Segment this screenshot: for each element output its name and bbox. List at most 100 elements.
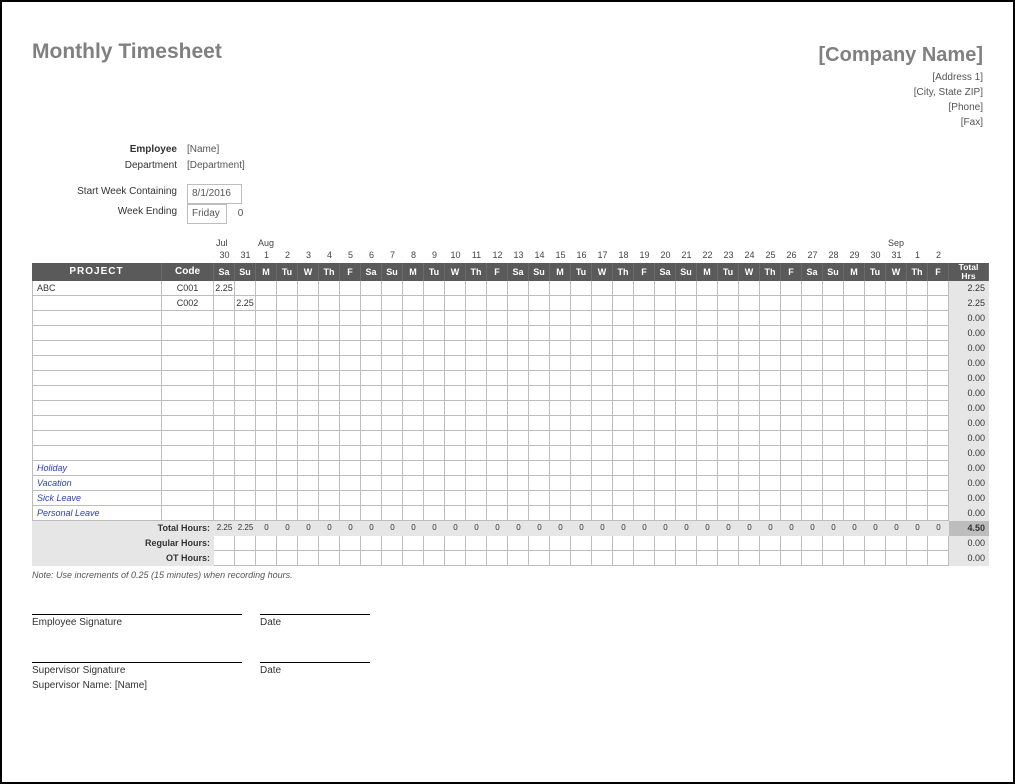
leave-hours-cell[interactable] — [865, 506, 886, 521]
hours-cell[interactable] — [613, 296, 634, 311]
leave-hours-cell[interactable] — [634, 476, 655, 491]
leave-hours-cell[interactable] — [277, 491, 298, 506]
leave-hours-cell[interactable] — [697, 506, 718, 521]
hours-cell[interactable] — [697, 311, 718, 326]
hours-cell[interactable] — [340, 386, 361, 401]
hours-cell[interactable] — [739, 416, 760, 431]
hours-cell[interactable] — [340, 281, 361, 296]
hours-cell[interactable] — [613, 326, 634, 341]
hours-cell[interactable] — [634, 371, 655, 386]
leave-hours-cell[interactable] — [739, 491, 760, 506]
leave-hours-cell[interactable] — [697, 476, 718, 491]
hours-cell[interactable] — [865, 446, 886, 461]
hours-cell[interactable] — [550, 401, 571, 416]
hours-cell[interactable] — [676, 326, 697, 341]
hours-cell[interactable] — [214, 341, 235, 356]
hours-cell[interactable] — [403, 551, 424, 566]
leave-hours-cell[interactable] — [802, 491, 823, 506]
hours-cell[interactable] — [886, 551, 907, 566]
hours-cell[interactable] — [256, 311, 277, 326]
leave-hours-cell[interactable] — [655, 476, 676, 491]
hours-cell[interactable] — [466, 416, 487, 431]
hours-cell[interactable] — [424, 401, 445, 416]
hours-cell[interactable] — [613, 386, 634, 401]
leave-hours-cell[interactable] — [319, 461, 340, 476]
hours-cell[interactable] — [256, 341, 277, 356]
hours-cell[interactable] — [445, 386, 466, 401]
leave-hours-cell[interactable] — [718, 461, 739, 476]
hours-cell[interactable] — [235, 416, 256, 431]
hours-cell[interactable] — [256, 536, 277, 551]
leave-hours-cell[interactable] — [277, 506, 298, 521]
hours-cell[interactable] — [550, 416, 571, 431]
hours-cell[interactable] — [298, 446, 319, 461]
hours-cell[interactable] — [697, 326, 718, 341]
hours-cell[interactable] — [655, 356, 676, 371]
hours-cell[interactable] — [361, 401, 382, 416]
leave-hours-cell[interactable] — [760, 506, 781, 521]
weekending-input[interactable]: Friday — [187, 204, 227, 224]
hours-cell[interactable] — [718, 386, 739, 401]
leave-hours-cell[interactable] — [487, 491, 508, 506]
hours-cell[interactable] — [718, 281, 739, 296]
leave-hours-cell[interactable] — [529, 506, 550, 521]
hours-cell[interactable] — [277, 311, 298, 326]
leave-hours-cell[interactable] — [445, 491, 466, 506]
leave-hours-cell[interactable] — [214, 506, 235, 521]
project-cell[interactable] — [32, 401, 162, 416]
hours-cell[interactable] — [613, 551, 634, 566]
hours-cell[interactable] — [676, 371, 697, 386]
hours-cell[interactable] — [655, 401, 676, 416]
hours-cell[interactable] — [634, 296, 655, 311]
hours-cell[interactable] — [403, 311, 424, 326]
hours-cell[interactable] — [487, 326, 508, 341]
hours-cell[interactable] — [802, 326, 823, 341]
hours-cell[interactable] — [907, 326, 928, 341]
leave-hours-cell[interactable] — [214, 461, 235, 476]
hours-cell[interactable] — [382, 416, 403, 431]
hours-cell[interactable] — [550, 311, 571, 326]
hours-cell[interactable] — [718, 431, 739, 446]
hours-cell[interactable] — [655, 386, 676, 401]
hours-cell[interactable] — [844, 296, 865, 311]
leave-hours-cell[interactable] — [760, 476, 781, 491]
hours-cell[interactable] — [613, 371, 634, 386]
hours-cell[interactable] — [676, 431, 697, 446]
hours-cell[interactable] — [529, 416, 550, 431]
leave-hours-cell[interactable] — [382, 461, 403, 476]
hours-cell[interactable] — [445, 281, 466, 296]
hours-cell[interactable] — [697, 416, 718, 431]
project-cell[interactable] — [32, 416, 162, 431]
leave-hours-cell[interactable] — [529, 461, 550, 476]
hours-cell[interactable] — [886, 341, 907, 356]
hours-cell[interactable] — [760, 446, 781, 461]
hours-cell[interactable] — [529, 401, 550, 416]
hours-cell[interactable] — [256, 281, 277, 296]
hours-cell[interactable] — [760, 386, 781, 401]
hours-cell[interactable] — [277, 551, 298, 566]
hours-cell[interactable] — [823, 326, 844, 341]
hours-cell[interactable] — [235, 371, 256, 386]
hours-cell[interactable] — [256, 401, 277, 416]
hours-cell[interactable] — [886, 356, 907, 371]
hours-cell[interactable] — [634, 536, 655, 551]
leave-hours-cell[interactable] — [487, 476, 508, 491]
hours-cell[interactable] — [571, 431, 592, 446]
hours-cell[interactable] — [235, 311, 256, 326]
leave-hours-cell[interactable] — [676, 476, 697, 491]
hours-cell[interactable] — [214, 431, 235, 446]
leave-hours-cell[interactable] — [634, 491, 655, 506]
hours-cell[interactable] — [634, 356, 655, 371]
project-cell[interactable]: ABC — [32, 281, 162, 296]
leave-hours-cell[interactable] — [718, 491, 739, 506]
hours-cell[interactable] — [235, 536, 256, 551]
hours-cell[interactable] — [529, 446, 550, 461]
hours-cell[interactable] — [340, 326, 361, 341]
hours-cell[interactable] — [424, 341, 445, 356]
hours-cell[interactable] — [340, 446, 361, 461]
hours-cell[interactable] — [718, 371, 739, 386]
hours-cell[interactable] — [697, 356, 718, 371]
hours-cell[interactable] — [823, 446, 844, 461]
hours-cell[interactable] — [592, 356, 613, 371]
hours-cell[interactable] — [676, 536, 697, 551]
